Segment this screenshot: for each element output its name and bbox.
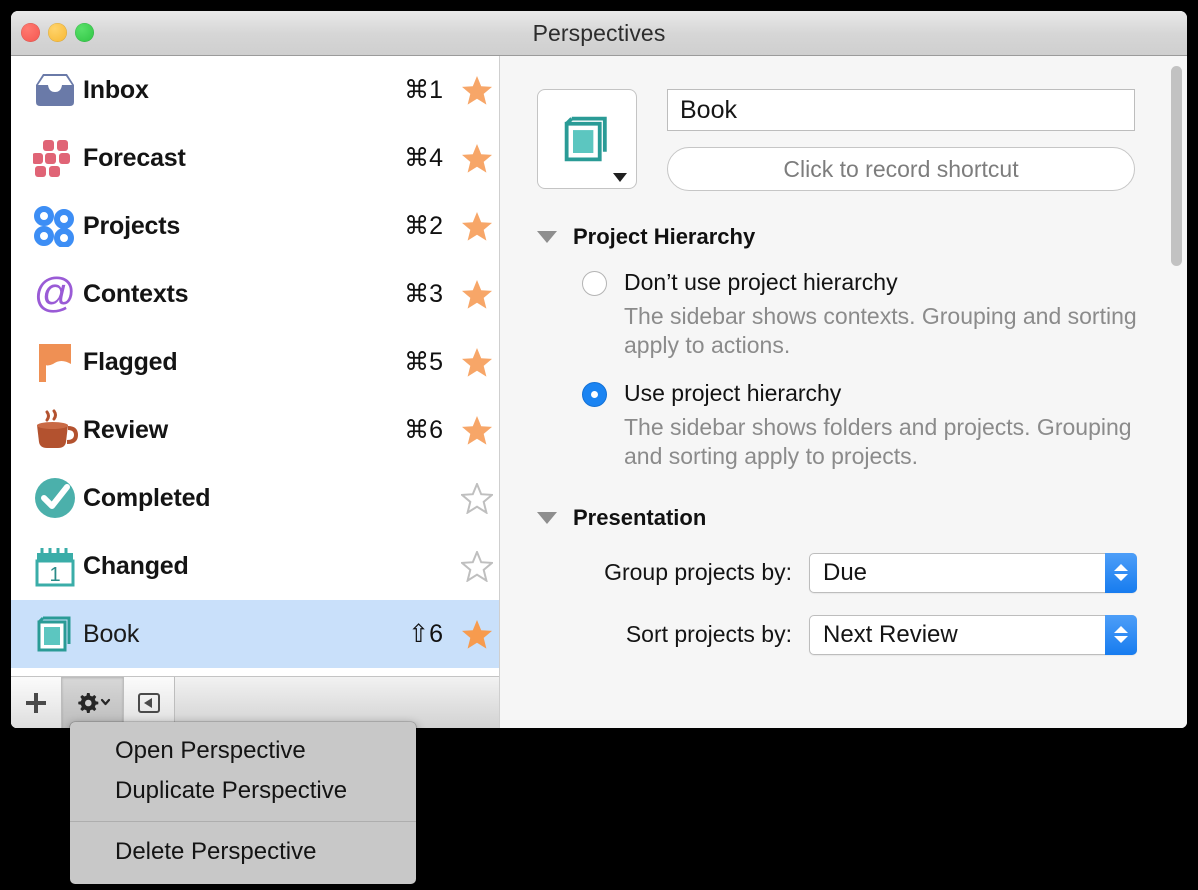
perspective-row-forecast[interactable]: Forecast ⌘4 (11, 124, 499, 192)
inbox-icon (27, 71, 83, 109)
perspective-label: Forecast (83, 143, 186, 172)
section-header[interactable]: Presentation (537, 505, 1137, 531)
favorite-star-icon[interactable] (455, 143, 499, 174)
chevron-down-icon[interactable] (613, 173, 627, 182)
select-stepper-icon[interactable] (1105, 614, 1137, 655)
perspective-detail-pane: Book Click to record shortcut Project Hi… (500, 56, 1187, 728)
sort-projects-by-select[interactable]: Next Review (809, 614, 1137, 655)
completed-check-icon (27, 476, 83, 520)
perspective-name-input[interactable]: Book (667, 89, 1135, 131)
perspective-icon-picker[interactable] (537, 89, 637, 189)
section-project-hierarchy: Project Hierarchy Don’t use project hier… (500, 224, 1187, 472)
favorite-star-icon[interactable] (455, 415, 499, 446)
radio-description: The sidebar shows folders and projects. … (624, 413, 1132, 470)
perspective-label: Contexts (83, 279, 189, 308)
add-perspective-button[interactable] (11, 677, 62, 728)
radio-description: The sidebar shows contexts. Grouping and… (624, 303, 1137, 359)
radio-button[interactable] (582, 271, 607, 296)
sidebar-toolbar (11, 676, 499, 728)
perspective-label: Review (83, 415, 168, 444)
gear-context-menu: Open Perspective Duplicate Perspective D… (70, 722, 416, 884)
action-gear-button[interactable] (62, 677, 124, 728)
detail-content: Book Click to record shortcut Project Hi… (500, 56, 1187, 728)
scrollbar-thumb[interactable] (1171, 66, 1182, 266)
perspective-label: Flagged (83, 347, 178, 376)
svg-text:1: 1 (49, 564, 60, 586)
group-projects-by-select[interactable]: Due (809, 552, 1137, 593)
perspectives-sidebar: Inbox ⌘1 Forecast ⌘4 Projects ⌘2 @ Conte… (11, 56, 500, 728)
calendar-icon: 1 (27, 544, 83, 588)
form-row-group-projects-by: Group projects by: Due (537, 552, 1137, 593)
perspective-shortcut: ⇧6 (408, 620, 443, 648)
perspective-label: Projects (83, 211, 181, 240)
perspective-row-book[interactable]: Book ⇧6 (11, 600, 499, 668)
section-title: Project Hierarchy (573, 224, 756, 249)
contexts-icon: @ (27, 272, 83, 316)
perspective-row-changed[interactable]: 1 Changed (11, 532, 499, 600)
perspective-shortcut: ⌘2 (404, 212, 443, 240)
select-stepper-icon[interactable] (1105, 552, 1137, 593)
select-value: Next Review (823, 620, 958, 648)
radio-label: Don’t use project hierarchy (624, 269, 898, 295)
favorite-star-icon[interactable] (455, 279, 499, 310)
field-label: Sort projects by: (625, 621, 792, 648)
section-presentation: Presentation Group projects by: Due Sort… (500, 505, 1187, 655)
screen: Perspectives Inbox ⌘1 Forecast ⌘4 Projec… (0, 0, 1198, 890)
perspective-label: Changed (83, 551, 189, 580)
select-value: Due (823, 558, 868, 586)
detail-header-fields: Book Click to record shortcut (667, 89, 1187, 191)
window-titlebar: Perspectives (11, 11, 1187, 56)
perspective-label: Book (83, 619, 140, 648)
favorite-star-icon[interactable] (455, 482, 499, 514)
field-label: Group projects by: (604, 559, 792, 586)
radio-label: Use project hierarchy (624, 379, 842, 406)
menu-item-open-perspective[interactable]: Open Perspective (70, 731, 416, 771)
perspective-shortcut: ⌘3 (404, 280, 443, 308)
perspective-row-completed[interactable]: Completed (11, 464, 499, 532)
menu-item-delete-perspective[interactable]: Delete Perspective (70, 832, 416, 872)
section-header[interactable]: Project Hierarchy (537, 224, 1137, 250)
hide-sidebar-button[interactable] (124, 677, 175, 728)
favorite-star-icon[interactable] (455, 347, 499, 378)
perspective-row-inbox[interactable]: Inbox ⌘1 (11, 56, 499, 124)
radio-button-selected[interactable] (582, 381, 607, 407)
perspective-row-contexts[interactable]: @ Contexts ⌘3 (11, 260, 499, 328)
projects-icon (27, 205, 83, 247)
svg-text:@: @ (34, 272, 77, 316)
perspective-row-flagged[interactable]: Flagged ⌘5 (11, 328, 499, 396)
forecast-icon (27, 136, 83, 180)
record-shortcut-button[interactable]: Click to record shortcut (667, 147, 1135, 191)
book-icon (27, 612, 83, 656)
perspectives-window: Perspectives Inbox ⌘1 Forecast ⌘4 Projec… (11, 11, 1187, 728)
perspective-label: Completed (83, 483, 211, 512)
favorite-star-icon[interactable] (455, 75, 499, 106)
perspective-list: Inbox ⌘1 Forecast ⌘4 Projects ⌘2 @ Conte… (11, 56, 499, 676)
detail-header: Book Click to record shortcut (500, 56, 1187, 191)
disclosure-triangle-icon[interactable] (537, 231, 557, 243)
perspective-row-projects[interactable]: Projects ⌘2 (11, 192, 499, 260)
favorite-star-icon[interactable] (455, 211, 499, 242)
form-row-sort-projects-by: Sort projects by: Next Review (537, 614, 1137, 655)
coffee-cup-icon (27, 408, 83, 452)
menu-item-duplicate-perspective[interactable]: Duplicate Perspective (70, 771, 416, 811)
perspective-shortcut: ⌘4 (404, 144, 443, 172)
favorite-star-icon[interactable] (455, 550, 499, 582)
disclosure-triangle-icon[interactable] (537, 511, 557, 524)
perspective-row-review[interactable]: Review ⌘6 (11, 396, 499, 464)
menu-separator (70, 821, 416, 822)
favorite-star-icon[interactable] (455, 619, 499, 650)
perspective-shortcut: ⌘5 (404, 348, 443, 376)
perspective-label: Inbox (83, 75, 149, 104)
perspective-shortcut: ⌘6 (404, 416, 443, 444)
detail-scrollbar[interactable] (1170, 66, 1183, 721)
perspective-shortcut: ⌘1 (404, 76, 443, 104)
flag-icon (27, 340, 83, 384)
radio-use-hierarchy[interactable]: Use project hierarchy (537, 380, 1137, 407)
window-body: Inbox ⌘1 Forecast ⌘4 Projects ⌘2 @ Conte… (11, 56, 1187, 728)
radio-dont-use-hierarchy[interactable]: Don’t use project hierarchy (537, 269, 1137, 296)
section-title: Presentation (573, 504, 707, 530)
window-title: Perspectives (532, 20, 666, 46)
